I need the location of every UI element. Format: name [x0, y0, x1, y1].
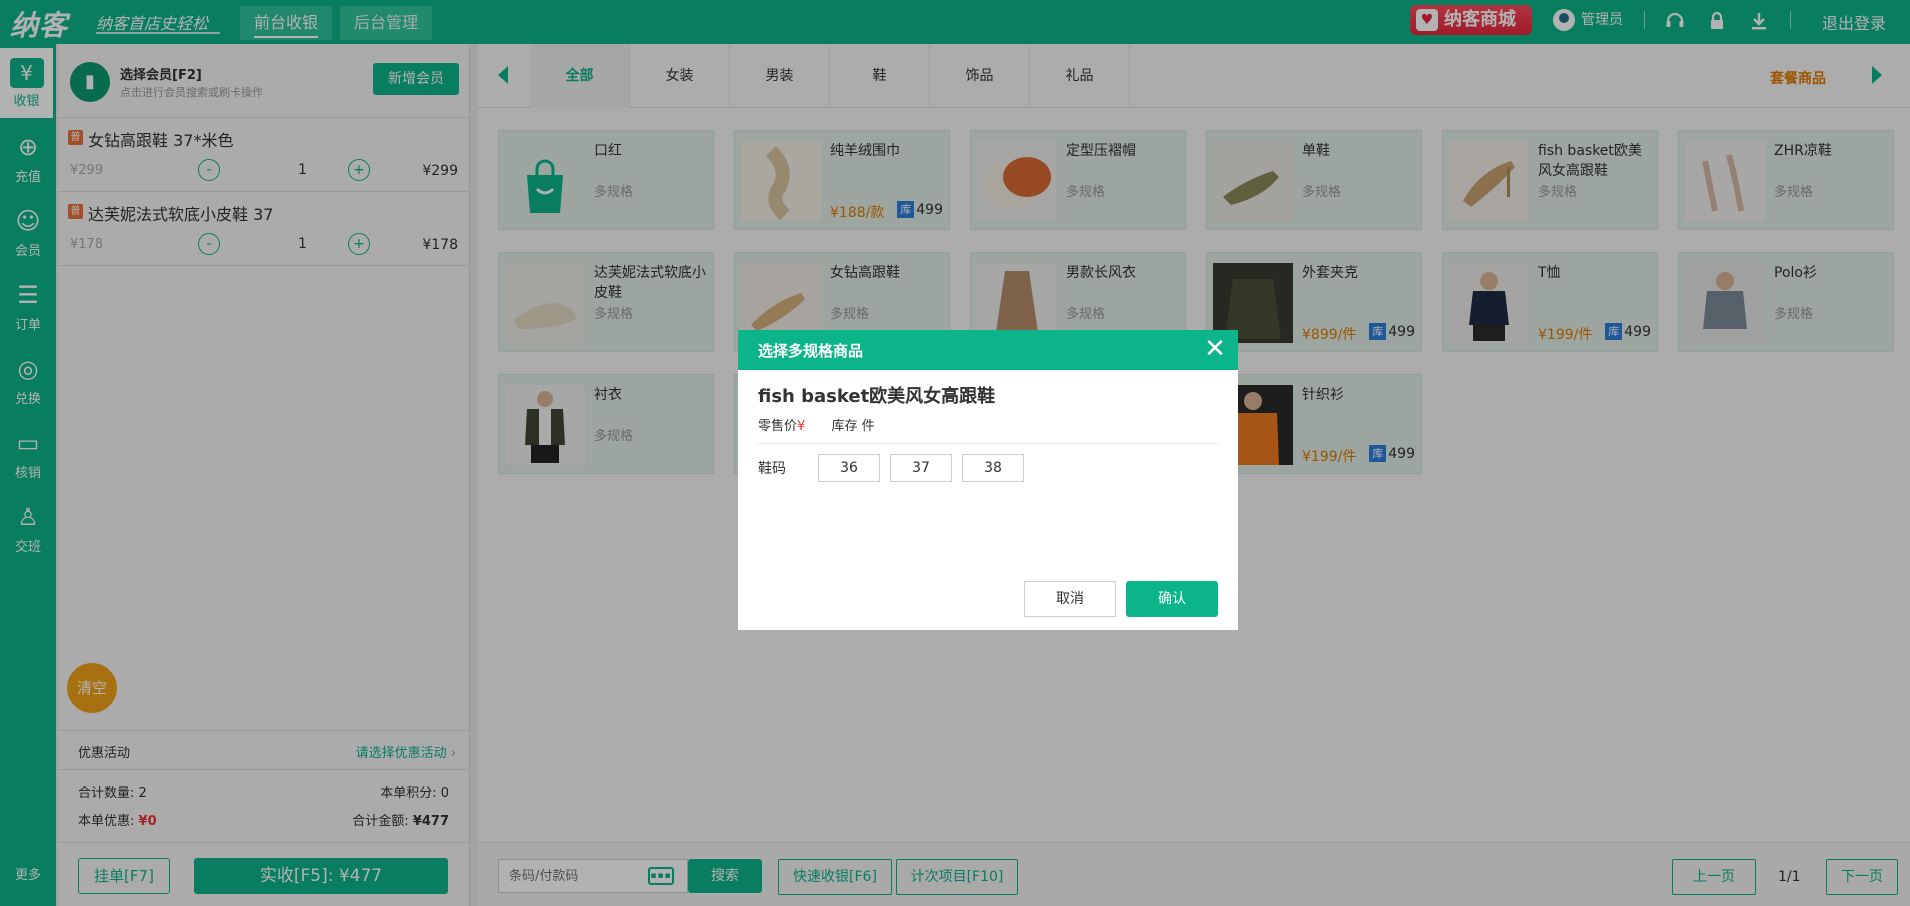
- retail-price-value: ¥: [797, 419, 806, 434]
- dialog-product-meta: 零售价¥ 库存 件: [758, 415, 875, 434]
- cancel-button[interactable]: 取消: [1024, 581, 1116, 617]
- dialog-product-name: fish basket欧美风女高跟鞋: [758, 386, 996, 407]
- spec-select-dialog: 选择多规格商品 ✕ fish basket欧美风女高跟鞋 零售价¥ 库存 件 鞋…: [738, 330, 1238, 630]
- retail-price-label: 零售价: [758, 419, 798, 434]
- dialog-title: 选择多规格商品: [758, 342, 864, 360]
- dialog-header: 选择多规格商品 ✕: [738, 330, 1238, 370]
- confirm-button[interactable]: 确认: [1126, 581, 1218, 617]
- spec-label: 鞋码: [758, 461, 786, 477]
- size-option[interactable]: 37: [890, 454, 952, 482]
- size-option[interactable]: 38: [962, 454, 1024, 482]
- divider: [758, 443, 1218, 444]
- size-option[interactable]: 36: [818, 454, 880, 482]
- stock-label: 库存 件: [831, 419, 875, 434]
- close-icon[interactable]: ✕: [1200, 334, 1230, 364]
